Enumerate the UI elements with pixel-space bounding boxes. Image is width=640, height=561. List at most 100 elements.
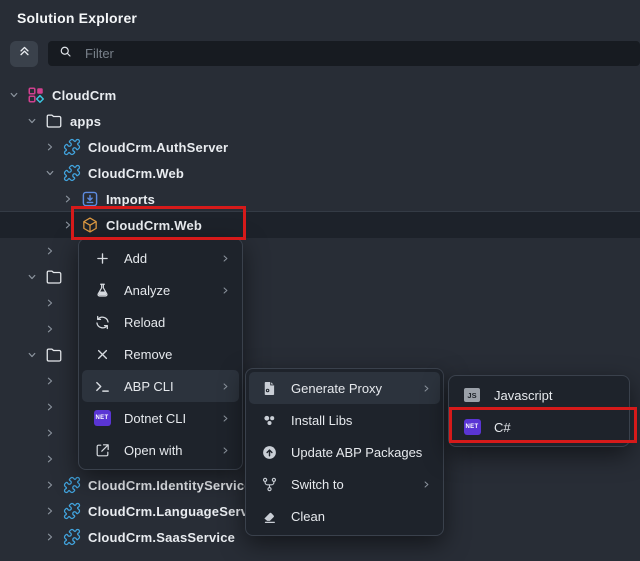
chevron-right-icon[interactable] bbox=[60, 217, 76, 233]
folder-icon bbox=[45, 112, 63, 130]
tree-row-label: apps bbox=[70, 114, 101, 129]
menu-item-label: Javascript bbox=[494, 388, 606, 403]
chevron-down-icon[interactable] bbox=[24, 269, 40, 285]
generate-proxy-submenu: JS Javascript NET C# bbox=[448, 375, 630, 447]
imports-icon bbox=[81, 190, 99, 208]
menu-item-label: Clean bbox=[291, 509, 420, 524]
filter-input[interactable] bbox=[83, 45, 630, 62]
menu-item-label: Analyze bbox=[124, 283, 219, 298]
menu-item-label: Add bbox=[124, 251, 219, 266]
chevron-right-icon[interactable] bbox=[42, 295, 58, 311]
tree-row-label: CloudCrm.Web bbox=[88, 166, 184, 181]
packages-cluster-icon bbox=[260, 411, 278, 429]
menu-item-update-abp-packages[interactable]: Update ABP Packages bbox=[249, 436, 440, 468]
tree-row-label: CloudCrm bbox=[52, 88, 116, 103]
chevron-right-icon bbox=[420, 384, 432, 393]
refresh-icon bbox=[93, 313, 111, 331]
context-menu: Add Analyze Reload Remove ABP CLI NET Do… bbox=[78, 238, 243, 470]
menu-item-label: Update ABP Packages bbox=[291, 445, 422, 460]
chevron-right-icon[interactable] bbox=[42, 451, 58, 467]
search-icon bbox=[58, 44, 73, 64]
collapse-all-button[interactable] bbox=[10, 41, 38, 67]
menu-item-label: Reload bbox=[124, 315, 219, 330]
menu-item-switch-to[interactable]: Switch to bbox=[249, 468, 440, 500]
arrow-up-circle-icon bbox=[260, 443, 278, 461]
folder-icon bbox=[45, 268, 63, 286]
module-puzzle-icon bbox=[63, 502, 81, 520]
chevron-down-icon[interactable] bbox=[42, 165, 58, 181]
tree-row-web-package-selected[interactable]: CloudCrm.Web bbox=[0, 212, 640, 238]
flask-icon bbox=[93, 281, 111, 299]
collapse-all-icon bbox=[17, 44, 32, 64]
chevron-right-icon[interactable] bbox=[42, 139, 58, 155]
menu-item-abp-cli[interactable]: ABP CLI bbox=[82, 370, 239, 402]
folder-icon bbox=[45, 346, 63, 364]
chevron-right-icon[interactable] bbox=[42, 503, 58, 519]
menu-item-label: Generate Proxy bbox=[291, 381, 420, 396]
dotnet-icon: NET bbox=[93, 409, 111, 427]
menu-item-label: Open with bbox=[124, 443, 219, 458]
abp-cli-submenu: Generate Proxy Install Libs Update ABP P… bbox=[245, 368, 444, 536]
chevron-right-icon[interactable] bbox=[42, 243, 58, 259]
menu-item-label: Dotnet CLI bbox=[124, 411, 219, 426]
chevron-right-icon bbox=[219, 382, 231, 391]
module-puzzle-icon bbox=[63, 476, 81, 494]
menu-item-dotnet-cli[interactable]: NET Dotnet CLI bbox=[82, 402, 239, 434]
menu-item-label: Switch to bbox=[291, 477, 420, 492]
menu-item-analyze[interactable]: Analyze bbox=[82, 274, 239, 306]
menu-item-reload[interactable]: Reload bbox=[82, 306, 239, 338]
menu-item-install-libs[interactable]: Install Libs bbox=[249, 404, 440, 436]
chevron-down-icon[interactable] bbox=[24, 113, 40, 129]
chevron-right-icon[interactable] bbox=[42, 399, 58, 415]
tree-row-label: CloudCrm.Web bbox=[106, 218, 202, 233]
tree-row-label: CloudCrm.AuthServer bbox=[88, 140, 228, 155]
file-gear-icon bbox=[260, 379, 278, 397]
menu-item-label: Remove bbox=[124, 347, 219, 362]
plus-icon bbox=[93, 249, 111, 267]
menu-item-add[interactable]: Add bbox=[82, 242, 239, 274]
tree-row-cloudcrm[interactable]: CloudCrm bbox=[0, 82, 640, 108]
tree-row-imports[interactable]: Imports bbox=[0, 186, 640, 212]
tree-row-web-module[interactable]: CloudCrm.Web bbox=[0, 160, 640, 186]
menu-item-generate-proxy[interactable]: Generate Proxy bbox=[249, 372, 440, 404]
menu-item-remove[interactable]: Remove bbox=[82, 338, 239, 370]
tree-row-apps[interactable]: apps bbox=[0, 108, 640, 134]
tree-row-label: CloudCrm.IdentityService bbox=[88, 478, 252, 493]
chevron-right-icon[interactable] bbox=[60, 191, 76, 207]
chevron-right-icon bbox=[219, 254, 231, 263]
chevron-right-icon[interactable] bbox=[42, 425, 58, 441]
menu-item-label: C# bbox=[494, 420, 606, 435]
tree-row-label: CloudCrm.LanguageService bbox=[88, 504, 267, 519]
module-puzzle-icon bbox=[63, 138, 81, 156]
dotnet-icon: NET bbox=[463, 418, 481, 436]
chevron-down-icon[interactable] bbox=[24, 347, 40, 363]
chevron-right-icon[interactable] bbox=[42, 529, 58, 545]
module-puzzle-icon bbox=[63, 528, 81, 546]
tree-row-label: CloudCrm.SaasService bbox=[88, 530, 235, 545]
branch-icon bbox=[260, 475, 278, 493]
module-puzzle-icon bbox=[63, 164, 81, 182]
chevron-right-icon[interactable] bbox=[42, 477, 58, 493]
menu-item-csharp[interactable]: NET C# bbox=[452, 411, 626, 443]
solution-explorer-panel: Solution Explorer CloudCrm apps CloudCrm… bbox=[0, 0, 640, 561]
open-external-icon bbox=[93, 441, 111, 459]
chevron-down-icon[interactable] bbox=[6, 87, 22, 103]
abp-solution-icon bbox=[27, 86, 45, 104]
menu-item-javascript[interactable]: JS Javascript bbox=[452, 379, 626, 411]
terminal-icon bbox=[93, 377, 111, 395]
menu-item-label: Install Libs bbox=[291, 413, 420, 428]
tree-row-authserver[interactable]: CloudCrm.AuthServer bbox=[0, 134, 640, 160]
chevron-right-icon[interactable] bbox=[42, 373, 58, 389]
chevron-right-icon bbox=[219, 446, 231, 455]
x-icon bbox=[93, 345, 111, 363]
menu-item-clean[interactable]: Clean bbox=[249, 500, 440, 532]
eraser-icon bbox=[260, 507, 278, 525]
package-icon bbox=[81, 216, 99, 234]
filter-box bbox=[48, 41, 640, 66]
chevron-right-icon[interactable] bbox=[42, 321, 58, 337]
tree-row-label: Imports bbox=[106, 192, 155, 207]
menu-item-open-with[interactable]: Open with bbox=[82, 434, 239, 466]
javascript-icon: JS bbox=[463, 386, 481, 404]
chevron-right-icon bbox=[219, 414, 231, 423]
chevron-right-icon bbox=[219, 286, 231, 295]
